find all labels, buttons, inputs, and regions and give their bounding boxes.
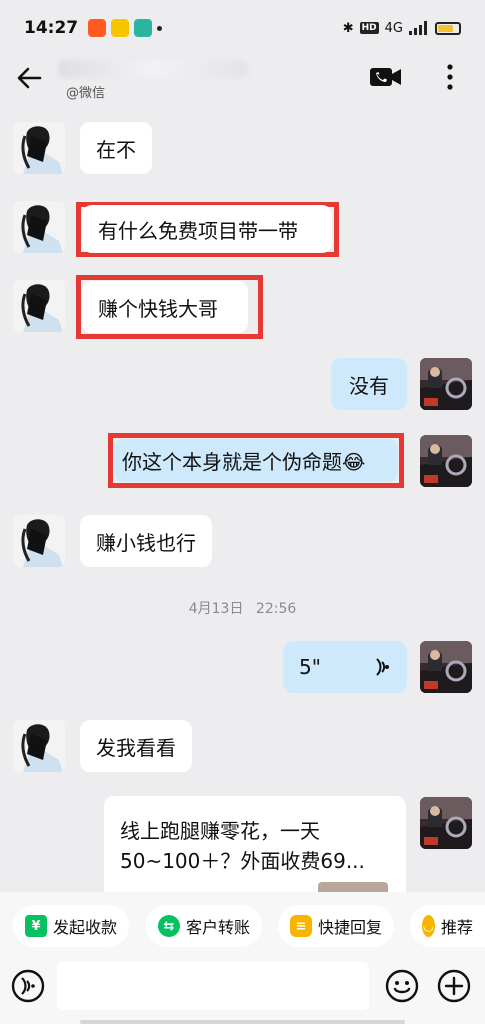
- message-bubble[interactable]: 赚小钱也行: [80, 515, 212, 567]
- signal-icon: [409, 21, 427, 35]
- contact-avatar[interactable]: [13, 201, 65, 253]
- card-title-line-1: 线上跑腿赚零花，一天: [120, 819, 320, 843]
- plus-icon[interactable]: [436, 968, 472, 1004]
- timestamp-time: 22:56: [255, 601, 297, 617]
- message-bubble[interactable]: 赚个快钱大哥: [82, 281, 248, 333]
- bluetooth-icon: ✱: [342, 20, 354, 36]
- message-bubble[interactable]: 你这个本身就是个伪命题😂: [114, 439, 398, 482]
- voice-wave-icon: [376, 658, 389, 676]
- chat-header: @微信: [0, 56, 485, 108]
- my-avatar[interactable]: [420, 797, 472, 849]
- status-time: 14:27: [24, 18, 79, 38]
- message-bubble[interactable]: 在不: [80, 122, 152, 174]
- hd-icon: HD: [359, 22, 379, 34]
- taobao-app-icon: [88, 19, 107, 37]
- contact-source-label: @微信: [66, 86, 106, 101]
- message-bubble[interactable]: 有什么免费项目带一带: [82, 205, 332, 253]
- contact-avatar[interactable]: [13, 122, 65, 174]
- chip-label: 发起收款: [53, 918, 118, 937]
- my-avatar[interactable]: [420, 641, 472, 693]
- quick-action-recommend[interactable]: ◡ 推荐: [410, 905, 485, 947]
- contact-name-blurred: [58, 60, 248, 78]
- contact-avatar[interactable]: [13, 280, 65, 332]
- message-bubble[interactable]: 没有: [331, 358, 407, 410]
- contact-avatar[interactable]: [13, 720, 65, 772]
- bottom-panel: ¥ 发起收款 ⇆ 客户转账 ≡ 快捷回复 ◡ 推荐: [0, 892, 485, 1024]
- quick-actions-bar: ¥ 发起收款 ⇆ 客户转账 ≡ 快捷回复 ◡ 推荐: [0, 905, 485, 949]
- my-avatar[interactable]: [420, 435, 472, 487]
- quick-action-quick-reply[interactable]: ≡ 快捷回复: [278, 905, 395, 947]
- card-thumbnail: [318, 882, 388, 892]
- message-bubble[interactable]: 发我看看: [80, 720, 192, 772]
- back-arrow-icon[interactable]: [14, 62, 46, 94]
- network-type: 4G: [384, 20, 403, 36]
- input-bar: [0, 962, 485, 1018]
- home-indicator[interactable]: [80, 1020, 405, 1024]
- voice-duration: 5": [299, 655, 321, 679]
- notification-app-icon-2: [134, 19, 153, 37]
- quick-action-customer-transfer[interactable]: ⇆ 客户转账: [146, 905, 263, 947]
- chip-label: 客户转账: [186, 918, 251, 937]
- voice-message-bubble[interactable]: 5": [283, 641, 407, 693]
- chip-label: 推荐: [440, 918, 473, 937]
- yen-icon: ¥: [25, 915, 47, 937]
- timestamp-date: 4月13日: [188, 601, 244, 617]
- chip-label: 快捷回复: [318, 918, 383, 937]
- more-notifications-icon: [157, 25, 163, 31]
- notification-app-icon: [111, 19, 130, 37]
- more-options-icon[interactable]: [438, 60, 462, 94]
- card-title-line-2: 50~100＋？外面收费69...: [120, 849, 365, 873]
- status-bar: 14:27 ✱ HD 4G: [0, 0, 485, 56]
- video-call-icon[interactable]: [368, 62, 404, 92]
- timestamp-separator: 4月13日 22:56: [0, 598, 485, 618]
- emoji-icon[interactable]: [384, 968, 420, 1004]
- battery-icon: [435, 21, 461, 35]
- contact-avatar[interactable]: [13, 515, 65, 567]
- quick-action-collect-payment[interactable]: ¥ 发起收款: [13, 905, 130, 947]
- recommend-icon: ◡: [422, 915, 435, 937]
- voice-input-icon[interactable]: [10, 968, 46, 1004]
- reply-icon: ≡: [290, 915, 312, 937]
- my-avatar[interactable]: [420, 358, 472, 410]
- message-input[interactable]: [57, 962, 369, 1010]
- link-card-message[interactable]: 线上跑腿赚零花，一天 50~100＋？外面收费69...: [104, 796, 406, 892]
- transfer-icon: ⇆: [158, 915, 180, 937]
